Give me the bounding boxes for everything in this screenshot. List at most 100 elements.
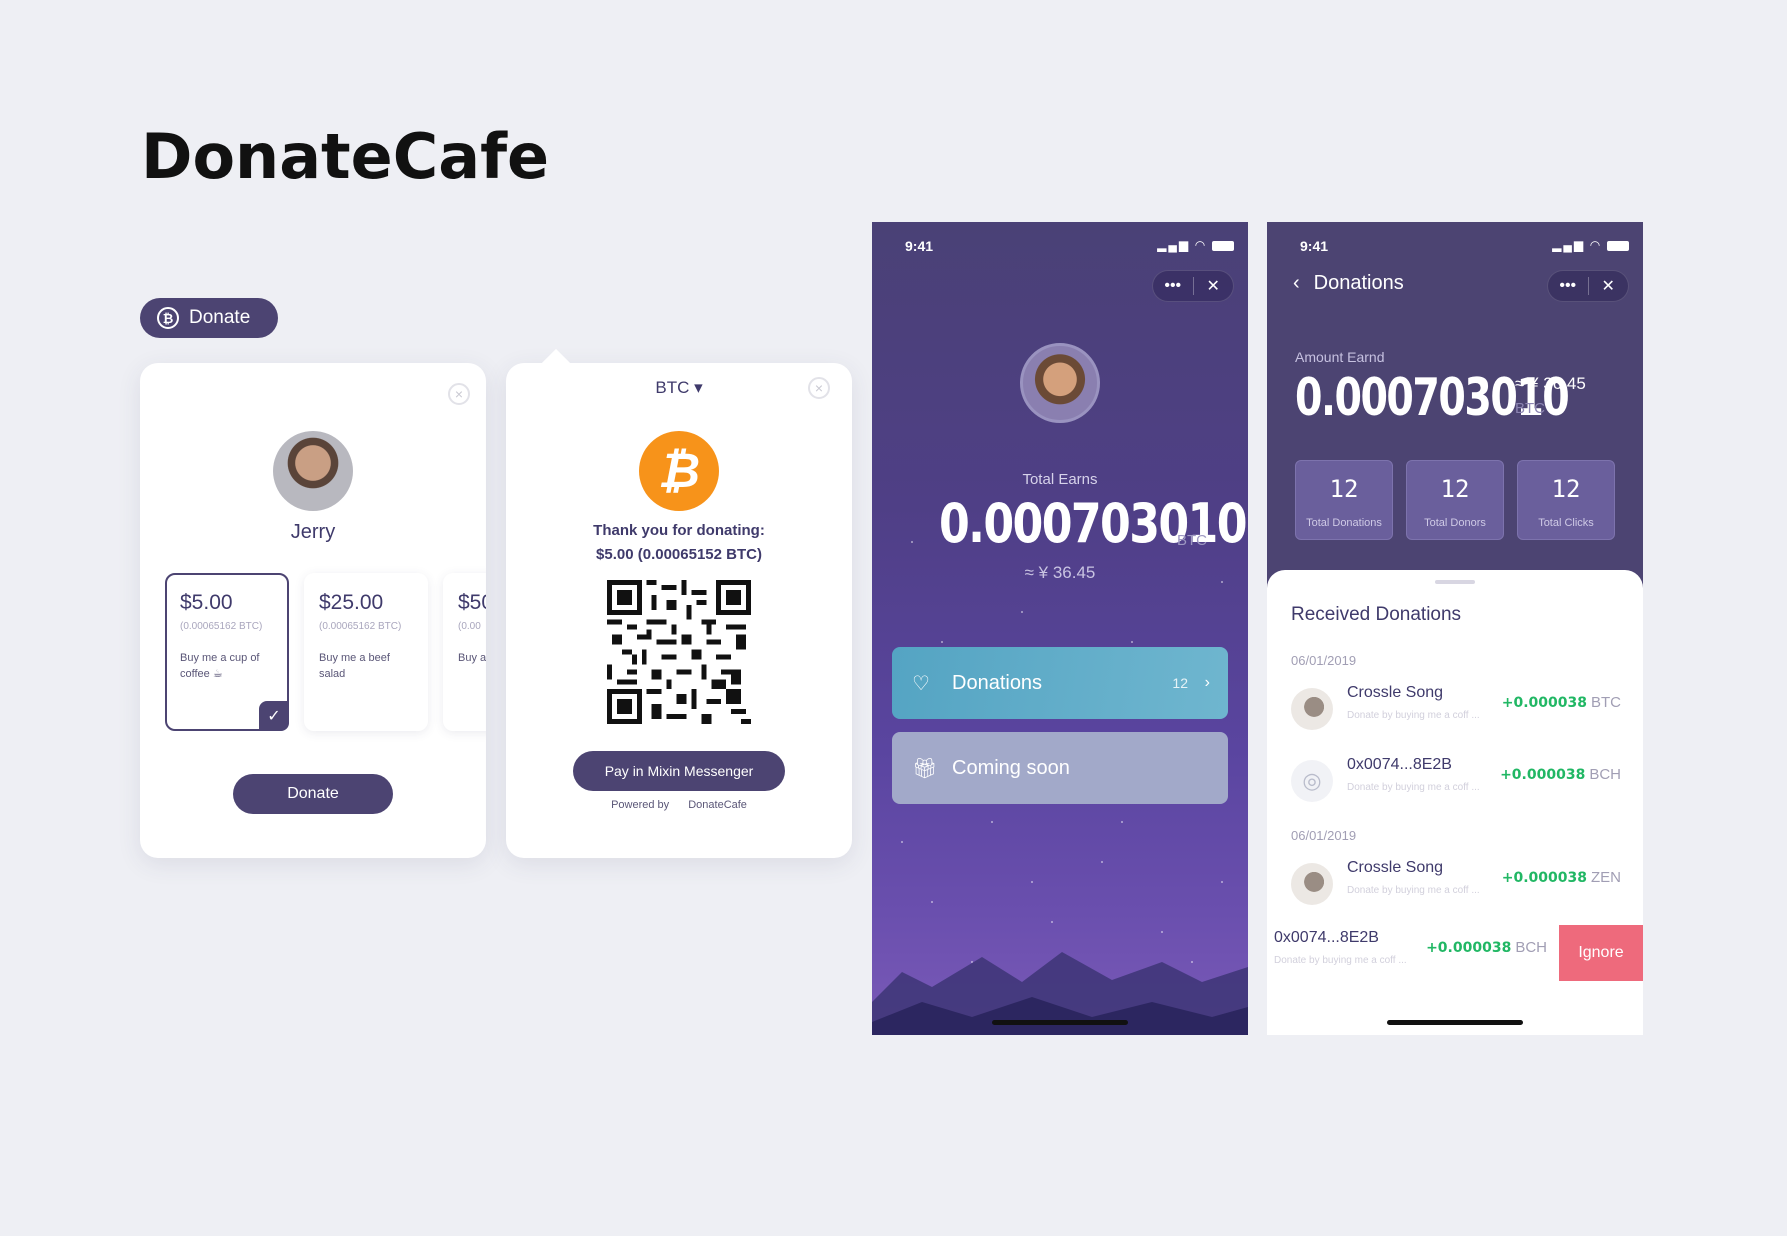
recipient-name: Jerry	[290, 521, 336, 543]
card-notch	[541, 348, 571, 378]
option-btc: (0.00065162 BTC)	[180, 621, 263, 632]
option-desc: Buy me a beef salad	[319, 652, 390, 680]
mini-app-capsule: ••• ✕	[1547, 270, 1629, 302]
more-icon[interactable]: •••	[1548, 277, 1588, 295]
stat-total-clicks: 12 Total Clicks	[1517, 460, 1615, 540]
home-indicator	[992, 1020, 1128, 1025]
back-button[interactable]: ‹ Donations	[1293, 272, 1404, 295]
total-earns-label: Total Earns	[1022, 471, 1098, 488]
battery-icon	[1607, 240, 1629, 251]
avatar	[273, 431, 353, 511]
page-title: DonateCafe	[141, 120, 550, 193]
heart-hand-icon: ♡	[912, 672, 930, 695]
donation-row[interactable]: Crossle Song Donate by buying me a coff …	[1267, 855, 1643, 917]
donor-name: 0x0074...8E2B	[1274, 929, 1379, 946]
date-header: 06/01/2019	[1291, 828, 1357, 843]
total-earns-unit: BTC	[1177, 532, 1207, 549]
donate-pill-label: Donate	[189, 307, 251, 328]
close-icon[interactable]: ×	[448, 383, 470, 405]
total-earns-cny: ≈ ¥ 36.45	[1024, 563, 1096, 582]
powered-by: Powered by DonateCafe	[506, 799, 852, 811]
donate-pill-button[interactable]: ₿ Donate	[140, 298, 278, 338]
donor-name: Crossle Song	[1347, 684, 1444, 701]
bitcoin-coin-icon: ₿	[157, 307, 179, 329]
status-time: 9:41	[1300, 238, 1329, 254]
amount-value: +0.000038	[1501, 695, 1587, 711]
close-icon[interactable]: ×	[808, 377, 830, 399]
amount-option-1[interactable]: $5.00 (0.00065162 BTC) Buy me a cup of c…	[165, 573, 289, 731]
ignore-button[interactable]: Ignore	[1559, 925, 1643, 981]
stat-value: 12	[1440, 475, 1470, 503]
amount-coin: BTC	[1591, 694, 1621, 711]
amount-value: +0.000038	[1501, 870, 1587, 886]
brand-link[interactable]: DonateCafe	[688, 799, 747, 811]
amount-coin: ZEN	[1591, 869, 1621, 886]
donation-note: Donate by buying me a coff ...	[1347, 710, 1480, 721]
donate-card: × Jerry $5.00 (0.00065162 BTC) Buy me a …	[140, 363, 486, 858]
donations-count: 12	[1172, 675, 1188, 691]
status-time: 9:41	[905, 238, 934, 254]
amount-earned-unit: BTC	[1515, 400, 1545, 417]
close-icon[interactable]: ✕	[1194, 276, 1234, 296]
donation-row[interactable]: ◎ 0x0074...8E2B Donate by buying me a co…	[1267, 752, 1643, 814]
gift-icon: 🎁︎	[912, 757, 938, 780]
donation-amount: +0.000038 BCH	[1500, 766, 1621, 783]
donor-name: Crossle Song	[1347, 859, 1444, 876]
thanks-message: Thank you for donating: $5.00 (0.0006515…	[506, 519, 852, 567]
stat-value: 12	[1329, 475, 1359, 503]
received-donations-title: Received Donations	[1291, 604, 1462, 625]
option-amount: $5.00	[180, 591, 233, 614]
phone-donations-screen: 9:41 ▂▄▆ ◠ ‹ Donations ••• ✕ Amount Earnd …	[1267, 222, 1643, 1035]
donate-button[interactable]: Donate	[233, 774, 393, 814]
option-desc: Buy a towel	[458, 652, 486, 664]
home-indicator	[1387, 1020, 1523, 1025]
globe-icon: ◎	[1291, 760, 1333, 802]
amount-option-3[interactable]: $50 (0.00 Buy a towel	[443, 573, 486, 731]
donor-name: 0x0074...8E2B	[1347, 756, 1452, 773]
payment-card: BTC ▾ × ₿ Thank you for donating: $5.00 …	[506, 348, 852, 858]
phone-earnings-screen: 9:41 ▂▄▆ ◠ ••• ✕ Total Earns 0.000703010 …	[872, 222, 1248, 1035]
avatar	[1020, 343, 1100, 423]
coming-soon-label: Coming soon	[952, 756, 1070, 779]
donations-menu-item[interactable]: ♡ Donations 12 ›	[892, 647, 1228, 719]
header-panel: 9:41 ▂▄▆ ◠ ‹ Donations ••• ✕ Amount Earnd …	[1267, 222, 1643, 592]
thanks-line-2: $5.00 (0.00065152 BTC)	[596, 546, 762, 563]
option-btc: (0.00065162 BTC)	[319, 621, 402, 632]
option-amount: $25.00	[319, 591, 384, 614]
amount-value: +0.000038	[1500, 767, 1586, 783]
avatar	[1291, 863, 1333, 905]
donation-amount: +0.000038 BCH	[1426, 939, 1547, 956]
card-notch	[175, 363, 205, 378]
donation-row-swiped[interactable]: 0x0074...8E2B Donate by buying me a coff…	[1267, 925, 1643, 987]
amount-coin: BCH	[1515, 939, 1547, 956]
donation-row[interactable]: Crossle Song Donate by buying me a coff …	[1267, 680, 1643, 742]
stat-total-donations: 12 Total Donations	[1295, 460, 1393, 540]
status-bar: 9:41 ▂▄▆ ◠	[905, 238, 1234, 258]
check-icon: ✓	[259, 701, 289, 731]
donation-note: Donate by buying me a coff ...	[1347, 885, 1480, 896]
amount-option-2[interactable]: $25.00 (0.00065162 BTC) Buy me a beef sa…	[304, 573, 428, 731]
stat-label: Total Donors	[1424, 517, 1486, 529]
pay-mixin-button[interactable]: Pay in Mixin Messenger	[573, 751, 785, 791]
option-desc: Buy me a cup of coffee ☕	[180, 652, 260, 680]
amount-earned-cny: ≈ ¥ 36.45	[1515, 374, 1586, 393]
stat-value: 12	[1551, 475, 1581, 503]
amount-coin: BCH	[1589, 766, 1621, 783]
coin-select-dropdown[interactable]: BTC ▾	[506, 378, 852, 398]
stat-label: Total Donations	[1306, 517, 1382, 529]
battery-icon	[1212, 240, 1234, 251]
qr-code	[607, 580, 751, 724]
more-icon[interactable]: •••	[1153, 277, 1193, 295]
amount-value: +0.000038	[1426, 940, 1512, 956]
thanks-line-1: Thank you for donating:	[593, 522, 765, 539]
close-icon[interactable]: ✕	[1589, 276, 1629, 296]
donation-note: Donate by buying me a coff ...	[1274, 955, 1407, 966]
amount-earned-label: Amount Earnd	[1295, 349, 1385, 365]
stat-label: Total Clicks	[1538, 517, 1594, 529]
donations-label: Donations	[952, 671, 1043, 694]
received-donations-sheet: Received Donations 06/01/2019 Crossle So…	[1267, 570, 1643, 1035]
sheet-grab-handle[interactable]	[1435, 580, 1475, 584]
stat-total-donors: 12 Total Donors	[1406, 460, 1504, 540]
powered-by-label: Powered by	[611, 799, 670, 811]
donation-amount: +0.000038 ZEN	[1502, 869, 1621, 886]
